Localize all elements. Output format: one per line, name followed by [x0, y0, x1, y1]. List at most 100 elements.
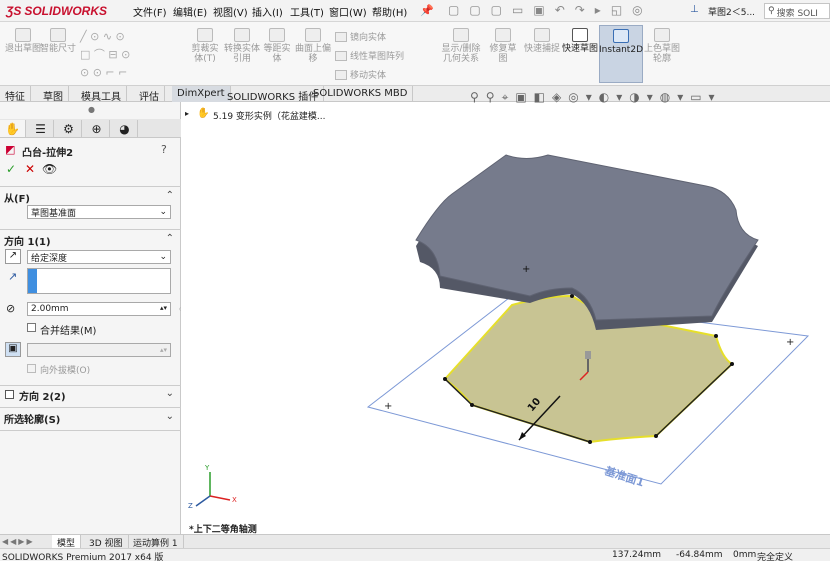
- menu-insert[interactable]: 插入(I): [252, 4, 283, 19]
- tab-model[interactable]: 模型: [52, 535, 82, 549]
- divider: [0, 385, 181, 386]
- mirror-label: 镜向实体: [350, 33, 387, 43]
- menu-file[interactable]: 文件(F): [133, 4, 167, 19]
- from-select[interactable]: 草图基准面 ⌄: [27, 205, 171, 219]
- plane-handle-icon[interactable]: +: [786, 337, 794, 348]
- from-value: 草图基准面: [31, 208, 77, 219]
- tab-sketch[interactable]: 草图: [38, 86, 69, 103]
- axis-z-label: Z: [188, 502, 193, 510]
- shaded-contours-button[interactable]: 上色草图轮廓: [644, 28, 680, 64]
- from-label[interactable]: 从(F): [4, 190, 30, 205]
- instant2d-icon: [613, 29, 629, 43]
- sketch-icon: ⊥: [690, 4, 699, 15]
- tab-mbd[interactable]: SOLIDWORKS MBD: [308, 86, 414, 102]
- plate-origin-icon: +: [522, 264, 530, 275]
- chevron-down-icon[interactable]: ⌄: [166, 411, 174, 422]
- plane-handle-icon[interactable]: +: [384, 401, 392, 412]
- panel-handle-icon[interactable]: ●: [88, 105, 95, 114]
- end-condition-select[interactable]: 给定深度 ⌄: [27, 250, 171, 264]
- rapid-sketch-label: 快速草图: [562, 44, 599, 54]
- quick-snaps-button[interactable]: 快速捕捉: [524, 28, 560, 54]
- direction-selection-box[interactable]: [27, 268, 171, 294]
- cancel-icon[interactable]: ✕: [25, 162, 35, 176]
- depth-input[interactable]: 2.00mm ▴▾: [27, 302, 171, 316]
- draft-toggle-icon[interactable]: ▣: [5, 342, 21, 357]
- repair-label: 修复草图: [489, 44, 517, 64]
- pin-icon[interactable]: 📌: [420, 4, 434, 17]
- rapid-sketch-button[interactable]: 快速草图: [562, 28, 598, 54]
- quick-access-icons[interactable]: ▢▢▢▭▣↶↷▸◱◎: [448, 3, 653, 17]
- plate-top[interactable]: [415, 154, 759, 321]
- repair-sketch-button[interactable]: 修复草图: [486, 28, 520, 64]
- menu-window[interactable]: 窗口(W): [329, 4, 367, 19]
- mirror-icon: [335, 31, 347, 42]
- relations-label: 显示/删除几何关系: [441, 44, 481, 64]
- offset-surface-label: 曲面上偏移: [294, 44, 331, 64]
- shaded-contours-label: 上色草图轮廓: [644, 44, 681, 64]
- quick-snaps-label: 快速捕捉: [524, 44, 561, 54]
- move-entities-button[interactable]: 移动实体: [335, 68, 386, 81]
- axis-x-label: X: [232, 496, 237, 504]
- tab-3d-view[interactable]: 3D 视图: [84, 535, 129, 549]
- instant2d-button[interactable]: Instant2D: [599, 25, 643, 83]
- merge-result-label: 合并结果(M): [40, 326, 97, 337]
- reverse-direction-icon[interactable]: ↗: [5, 249, 21, 264]
- search-box[interactable]: ⚲ 搜索 SOLI: [764, 3, 830, 19]
- linear-pattern-button[interactable]: 线性草图阵列: [335, 49, 404, 62]
- smart-dimension-button[interactable]: 智能尺寸: [40, 28, 76, 54]
- quick-snaps-icon: [534, 28, 550, 42]
- feature-title: 凸台-拉伸2: [22, 148, 74, 159]
- display-manager-icon[interactable]: ◕: [112, 120, 138, 137]
- offset-entities-button[interactable]: 等距实体: [260, 28, 294, 64]
- direction2-checkbox[interactable]: [5, 390, 14, 399]
- menu-help[interactable]: 帮助(H): [372, 4, 407, 19]
- tab-scroll-icons[interactable]: ◀◀▶▶: [2, 537, 35, 546]
- chevron-up-icon[interactable]: ⌃: [166, 233, 174, 244]
- offset-icon: [269, 28, 285, 42]
- convert-entities-button[interactable]: 转换实体引用: [224, 28, 260, 64]
- offset-label: 等距实体: [263, 44, 291, 64]
- selected-contours-label[interactable]: 所选轮廓(S): [4, 411, 60, 426]
- rapid-sketch-icon: [572, 28, 588, 42]
- chevron-up-icon[interactable]: ⌃: [166, 190, 174, 201]
- tab-features[interactable]: 特征: [0, 86, 31, 103]
- selection-focus-bar: [28, 269, 37, 293]
- divider: [0, 229, 181, 230]
- direction2-label[interactable]: 方向 2(2): [19, 388, 66, 403]
- menu-tools[interactable]: 工具(T): [290, 4, 324, 19]
- preview-eye-icon[interactable]: 👁: [42, 162, 57, 176]
- merge-result-checkbox[interactable]: [27, 323, 36, 332]
- menu-view[interactable]: 视图(V): [213, 4, 248, 19]
- divider: [0, 407, 181, 408]
- mirror-entities-button[interactable]: 镜向实体: [335, 30, 386, 43]
- exit-sketch-button[interactable]: 退出草图: [4, 28, 42, 54]
- trim-label: 剪裁实体(T): [191, 44, 219, 64]
- exit-sketch-label: 退出草图: [4, 44, 41, 54]
- dimxpert-icon[interactable]: ⊕: [84, 120, 110, 137]
- tab-evaluate[interactable]: 评估: [134, 86, 165, 103]
- sketch-tools-icons[interactable]: ╱ ⊙ ∿ ⊙ □ ⌒ ⊟ ⊙ ⊙ ⊙ ⌐ ⌐: [80, 28, 130, 82]
- menu-edit[interactable]: 编辑(E): [173, 4, 207, 19]
- triad-handle-icon[interactable]: [585, 351, 591, 359]
- window-title: 草图2＜5...: [708, 8, 756, 18]
- y-coordinate: -64.84mm: [676, 550, 723, 560]
- property-manager-icon[interactable]: ☰: [28, 120, 54, 137]
- smart-dimension-label: 智能尺寸: [40, 44, 77, 54]
- trim-entities-button[interactable]: 剪裁实体(T): [188, 28, 222, 64]
- linear-pattern-icon: [335, 50, 347, 61]
- display-relations-button[interactable]: 显示/删除几何关系: [438, 28, 484, 64]
- direction1-label[interactable]: 方向 1(1): [4, 233, 51, 248]
- feature-manager-icon[interactable]: ✋: [0, 120, 26, 137]
- axis-y-label: Y: [204, 464, 210, 472]
- tab-mold-tools[interactable]: 模具工具: [76, 86, 127, 103]
- smart-dimension-icon: [50, 28, 66, 42]
- chevron-down-icon[interactable]: ⌄: [166, 388, 174, 399]
- ok-icon[interactable]: ✓: [6, 162, 16, 176]
- solidworks-logo[interactable]: ƷS SOLIDWORKS: [6, 3, 107, 19]
- tab-motion-study[interactable]: 运动算例 1: [128, 535, 184, 549]
- spinner-icon[interactable]: ▴▾: [160, 304, 167, 314]
- offset-on-surface-button[interactable]: 曲面上偏移: [294, 28, 332, 64]
- configuration-icon[interactable]: ⚙: [56, 120, 82, 137]
- panel-tabs: ✋ ☰ ⚙ ⊕ ◕: [0, 119, 181, 138]
- help-icon[interactable]: ?: [161, 143, 167, 156]
